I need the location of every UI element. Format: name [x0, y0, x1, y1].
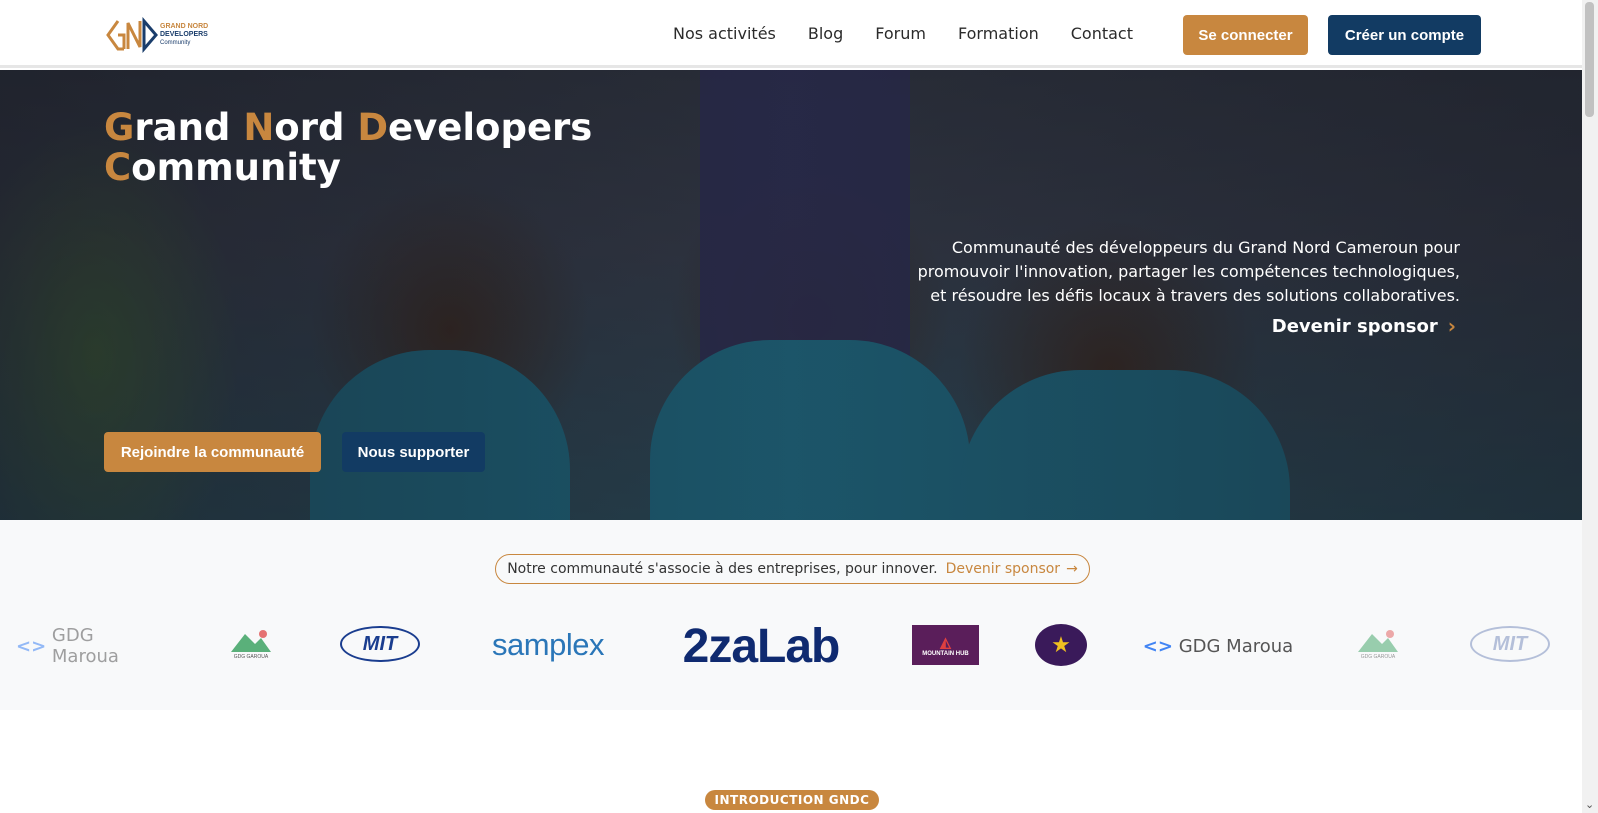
hero-title-initial: G	[104, 106, 135, 149]
register-button[interactable]: Créer un compte	[1328, 15, 1481, 55]
logo-text: GRAND NORD DEVELOPERS Community	[160, 23, 208, 47]
partner-logo-gdg-maroua-2[interactable]: <> GDG Maroua	[1140, 628, 1296, 664]
hero-sponsor-link[interactable]: Devenir sponsor ›	[1272, 314, 1456, 338]
gdg-chevron-icon: <>	[16, 635, 47, 657]
hero-section: Grand Nord Developers Community Communau…	[0, 70, 1582, 520]
partner-logo-2zalab[interactable]: 2zaLab	[665, 618, 857, 674]
hero-title-word: evelopers	[388, 106, 593, 149]
hero-sponsor-label: Devenir sponsor	[1271, 315, 1438, 337]
partners-section: Notre communauté s'associe à des entrepr…	[0, 520, 1582, 710]
partners-logo-strip: <> GDG Maroua GDG GAROUA MIT samplex 2za…	[0, 606, 1582, 686]
nav-forum[interactable]: Forum	[875, 24, 926, 43]
logo-line-3: Community	[160, 40, 191, 46]
partner-logo-samplex[interactable]: samplex	[483, 624, 613, 666]
partner-logo-mit-2[interactable]: MIT	[1470, 626, 1550, 662]
main-nav: Nos activités Blog Forum Formation Conta…	[673, 24, 1165, 43]
scroll-down-icon[interactable]: ⌄	[1585, 798, 1594, 811]
mountain-icon	[1358, 630, 1398, 652]
nav-blog[interactable]: Blog	[808, 24, 843, 43]
partner-logo-mountain-hub[interactable]: ◭ MOUNTAIN HUB	[912, 625, 979, 665]
partner-logo-gdg-maroua[interactable]: <> GDG Maroua	[16, 625, 166, 667]
login-button[interactable]: Se connecter	[1183, 15, 1308, 55]
partners-pill-text: Notre communauté s'associe à des entrepr…	[507, 561, 938, 577]
mountain-icon	[231, 630, 271, 652]
site-logo[interactable]: GRAND NORD DEVELOPERS Community	[104, 17, 219, 53]
hero-description: Communauté des développeurs du Grand Nor…	[917, 238, 1460, 305]
hero-title: Grand Nord Developers Community	[104, 108, 624, 188]
hero-title-word: ommunity	[131, 146, 341, 189]
scrollbar-thumb[interactable]	[1585, 2, 1594, 117]
partner-logo-gdg-garoua-text: GDG GAROUA	[1360, 654, 1396, 660]
gnd-logo-icon	[106, 17, 158, 53]
partner-logo-mit[interactable]: MIT	[340, 626, 420, 662]
nav-activites[interactable]: Nos activités	[673, 24, 776, 43]
partner-logo-gdg-maroua-text: GDG Maroua	[1178, 635, 1294, 657]
intro-badge: INTRODUCTION GNDC	[705, 790, 879, 810]
mountain-hub-icon: ◭	[940, 633, 951, 650]
site-header: GRAND NORD DEVELOPERS Community Nos acti…	[0, 0, 1582, 68]
star-icon: ★	[1051, 632, 1071, 657]
nav-formation[interactable]: Formation	[958, 24, 1039, 43]
partner-logo-gdg-maroua-text: GDG Maroua	[51, 625, 119, 667]
hero-title-initial: C	[104, 146, 132, 189]
chevron-right-icon: ›	[1447, 314, 1456, 338]
hero-title-initial: N	[243, 106, 275, 149]
nav-contact[interactable]: Contact	[1071, 24, 1133, 43]
support-us-button[interactable]: Nous supporter	[342, 432, 485, 472]
join-community-button[interactable]: Rejoindre la communauté	[104, 432, 321, 472]
partners-pill: Notre communauté s'associe à des entrepr…	[495, 554, 1090, 584]
partner-logo-gdg-garoua-text: GDG GAROUA	[233, 654, 269, 660]
arrow-right-icon: →	[1066, 561, 1078, 577]
hero-title-initial: D	[357, 106, 389, 149]
hero-title-word: rand	[134, 106, 244, 149]
partner-logo-mountain-hub-text: MOUNTAIN HUB	[922, 650, 969, 657]
logo-line-1: GRAND NORD	[160, 23, 209, 30]
page-scrollbar[interactable]: ⌄	[1582, 0, 1598, 813]
hero-title-word: ord	[274, 106, 358, 149]
gdg-chevron-icon: <>	[1142, 635, 1173, 657]
partners-sponsor-link[interactable]: Devenir sponsor	[946, 561, 1061, 577]
partner-logo-star[interactable]: ★	[1035, 624, 1087, 666]
logo-line-2: DEVELOPERS	[160, 31, 208, 38]
partner-logo-gdg-garoua-2[interactable]: GDG GAROUA	[1352, 624, 1404, 664]
partner-logo-gdg-garoua[interactable]: GDG GAROUA	[225, 624, 277, 664]
